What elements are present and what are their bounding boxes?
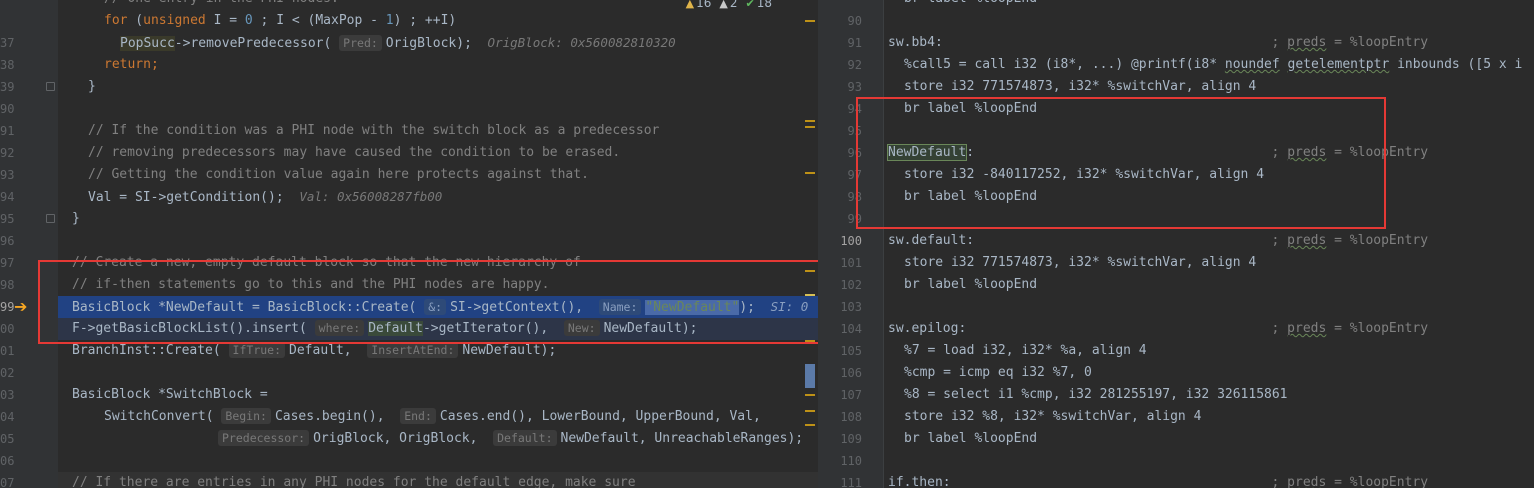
warning-marker[interactable]	[805, 20, 815, 22]
line-number: 93	[0, 168, 15, 182]
line-number: 105	[840, 344, 862, 358]
info-badge[interactable]: ▲ 2	[719, 0, 737, 10]
line-number: 02	[0, 366, 15, 380]
code-line[interactable]: }	[88, 76, 814, 98]
code-line[interactable]: %call5 = call i32 (i8*, ...) @printf(i8*…	[904, 54, 1534, 76]
line-number: 107	[840, 388, 862, 402]
warning-marker[interactable]	[805, 424, 815, 426]
warning-marker[interactable]	[805, 410, 815, 412]
annotation-red-box	[856, 97, 1386, 229]
param-hint: Pred:	[339, 35, 382, 51]
code-line[interactable]: // removing predecessors may have caused…	[88, 142, 814, 164]
info-triangle-icon: ▲	[719, 0, 728, 10]
code-line[interactable]: br label %loopEnd	[904, 428, 1534, 450]
line-number: 01	[0, 344, 15, 358]
line-number: 00	[0, 322, 15, 336]
line-number: 39	[0, 80, 15, 94]
line-number: 94	[0, 190, 15, 204]
code-line[interactable]: for (unsigned I = 0 ; I < (MaxPop - 1) ;…	[104, 10, 814, 32]
code-line[interactable]: br label %loopEnd	[904, 274, 1534, 296]
line-number: 95	[0, 212, 15, 226]
code-line[interactable]: sw.bb4: ; preds = %loopEntry	[888, 32, 1534, 54]
execution-point-arrow-icon: ➔	[14, 297, 28, 316]
annotation-red-box	[38, 260, 818, 344]
line-number: 91	[847, 36, 862, 50]
code-line[interactable]: store i32 771574873, i32* %switchVar, al…	[904, 252, 1534, 274]
line-number: 104	[840, 322, 862, 336]
code-line[interactable]: SwitchConvert( Begin: Cases.begin(), End:…	[104, 406, 814, 428]
code-line[interactable]: %8 = select i1 %cmp, i32 281255197, i32 …	[904, 384, 1534, 406]
code-line[interactable]: br label %loopEnd	[904, 0, 1534, 10]
line-number: 05	[0, 432, 15, 446]
line-number: 07	[0, 476, 15, 488]
code-line[interactable]: Val = SI->getCondition(); Val: 0x5600828…	[88, 186, 814, 208]
code-line[interactable]: }	[72, 208, 814, 230]
cpp-editor-pane[interactable]: 37 38 39 90 91 92 93 94 95 96 97 98 99 0…	[0, 0, 818, 488]
fold-icon[interactable]	[46, 214, 55, 223]
warning-marker[interactable]	[805, 126, 815, 128]
code-line[interactable]: store i32 771574873, i32* %switchVar, al…	[904, 76, 1534, 98]
code-line[interactable]: Predecessor: OrigBlock, OrigBlock, Defaul…	[218, 428, 814, 450]
warning-triangle-icon: ▲	[685, 0, 695, 10]
line-number: 103	[840, 300, 862, 314]
line-number: 111	[840, 476, 862, 488]
line-number: 90	[847, 14, 862, 28]
warning-marker[interactable]	[805, 172, 815, 174]
fold-icon[interactable]	[46, 82, 55, 91]
code-line[interactable]: %cmp = icmp eq i32 %7, 0	[904, 362, 1534, 384]
code-line[interactable]: sw.default: ; preds = %loopEntry	[888, 230, 1534, 252]
line-number: 108	[840, 410, 862, 424]
llvm-ir-editor-pane[interactable]: 90 91 92 93 94 95 96 97 98 99 100 101 10…	[818, 0, 1534, 488]
error-stripe-scrollbar[interactable]	[804, 0, 818, 488]
check-icon: ✔	[745, 0, 755, 10]
line-number: 91	[0, 124, 15, 138]
line-number: 93	[847, 80, 862, 94]
line-number: 38	[0, 58, 15, 72]
line-number: 37	[0, 36, 15, 50]
line-number: 100	[840, 234, 862, 248]
code-line[interactable]: %7 = load i32, i32* %a, align 4	[904, 340, 1534, 362]
warning-marker[interactable]	[805, 120, 815, 122]
code-line[interactable]: BasicBlock *SwitchBlock =	[72, 384, 814, 406]
code-line[interactable]: PopSucc->removePredecessor( Pred: OrigBlo…	[120, 32, 814, 54]
line-number: 03	[0, 388, 15, 402]
line-number: 102	[840, 278, 862, 292]
scroll-thumb[interactable]	[805, 364, 815, 388]
weak-warning-badge[interactable]: ▲ 16	[686, 0, 712, 10]
warning-marker[interactable]	[805, 394, 815, 396]
line-number: 96	[0, 234, 15, 248]
code-line[interactable]: return;	[104, 54, 814, 76]
line-number: 106	[840, 366, 862, 380]
line-number: 97	[0, 256, 15, 270]
line-number: 98	[0, 278, 15, 292]
line-number: 101	[840, 256, 862, 270]
line-number: 110	[840, 454, 862, 468]
line-number: 06	[0, 454, 15, 468]
code-line[interactable]: store i32 %8, i32* %switchVar, align 4	[904, 406, 1534, 428]
line-number: 90	[0, 102, 15, 116]
code-line[interactable]: if.then: ; preds = %loopEntry	[888, 472, 1534, 488]
code-line[interactable]: // If there are entries in any PHI nodes…	[72, 472, 814, 488]
ok-badge[interactable]: ✔ 18	[746, 0, 773, 10]
inspection-widget[interactable]: ▲ 16 ▲ 2 ✔ 18	[681, 0, 776, 10]
code-line[interactable]: sw.epilog: ; preds = %loopEntry	[888, 318, 1534, 340]
code-line[interactable]: // Getting the condition value again her…	[88, 164, 814, 186]
code-line[interactable]: // If the condition was a PHI node with …	[88, 120, 814, 142]
line-number: 109	[840, 432, 862, 446]
line-number: 04	[0, 410, 15, 424]
line-number: 92	[0, 146, 15, 160]
line-number: 99	[0, 300, 15, 314]
line-number: 92	[847, 58, 862, 72]
